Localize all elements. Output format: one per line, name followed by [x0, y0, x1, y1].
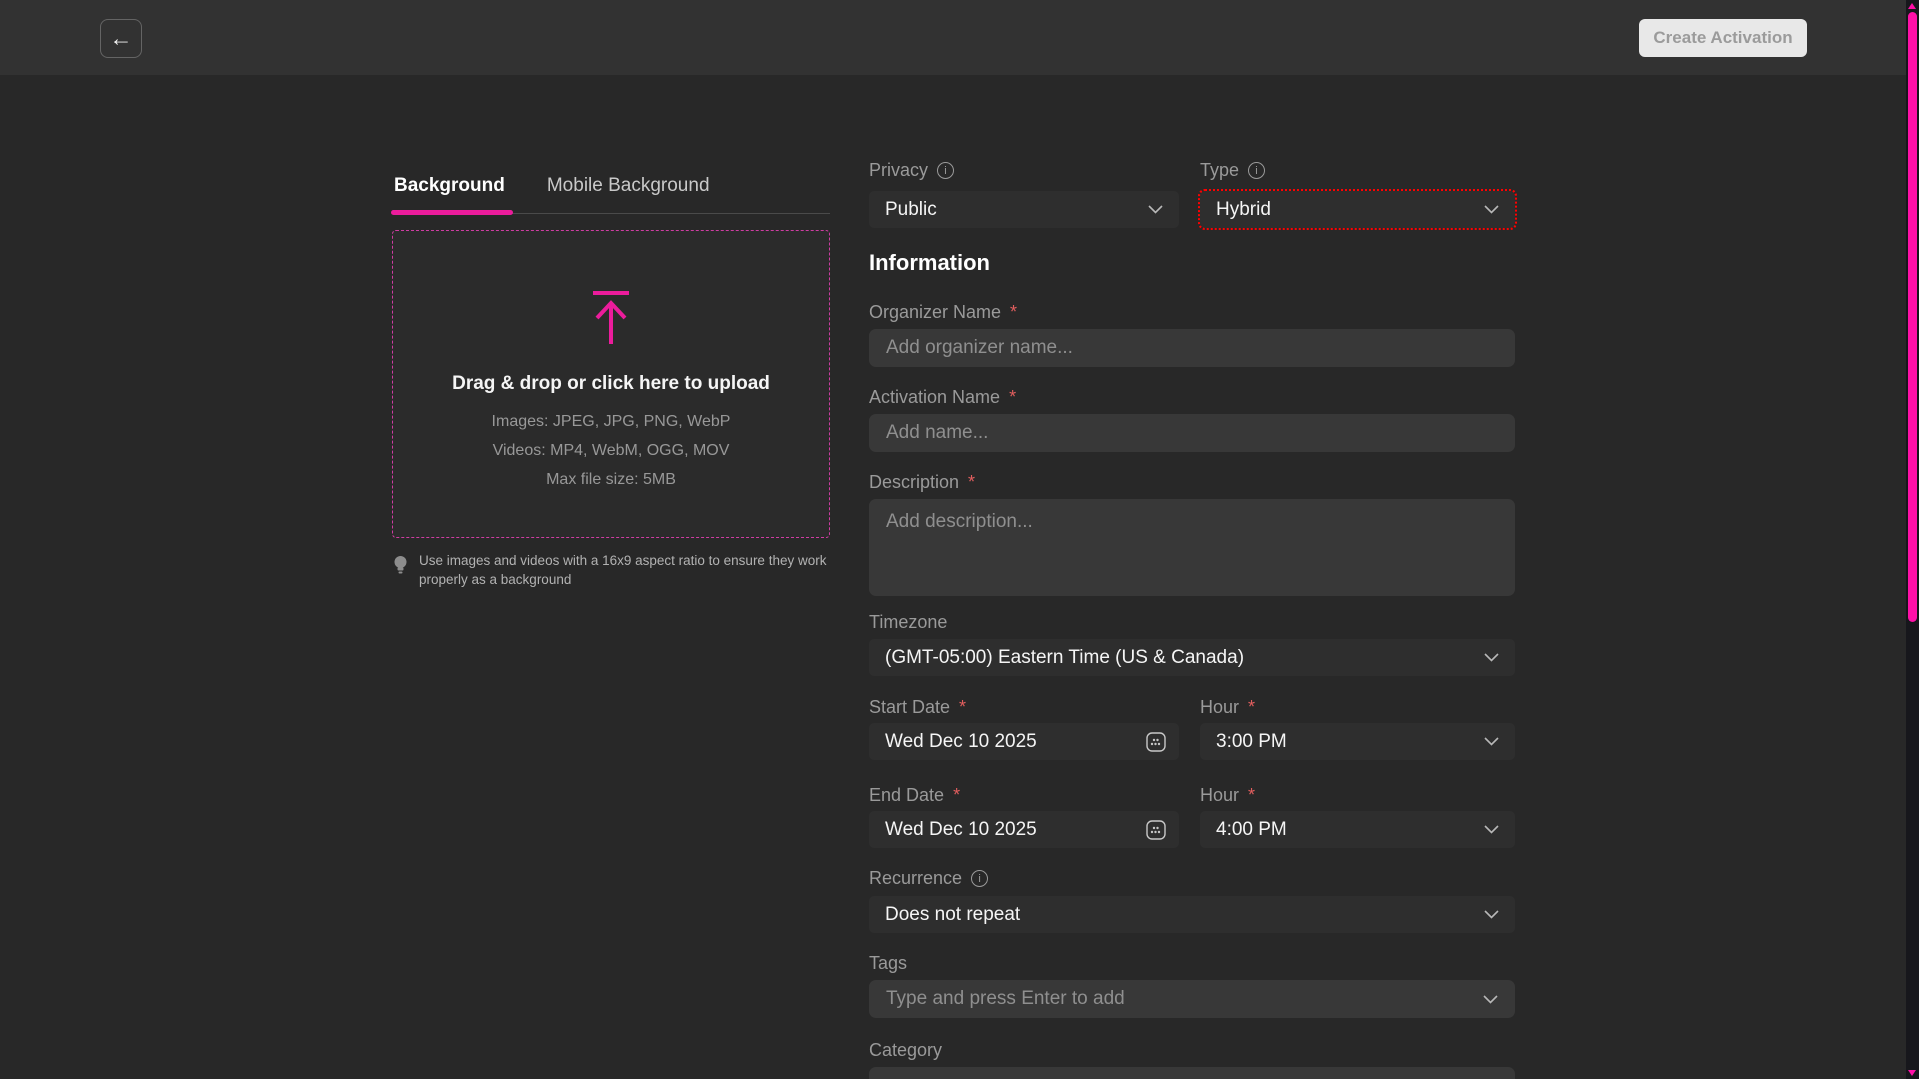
tab-mobile-background-label: Mobile Background	[547, 175, 710, 196]
end-date-value: Wed Dec 10 2025	[885, 819, 1037, 841]
hint-text: Use images and videos with a 16x9 aspect…	[419, 552, 840, 590]
start-hour-select[interactable]: 3:00 PM	[1200, 723, 1515, 760]
tags-placeholder: Type and press Enter to add	[886, 988, 1125, 1010]
calendar-icon	[1144, 730, 1168, 754]
upload-max-size: Max file size: 5MB	[546, 471, 676, 489]
end-date-picker[interactable]: Wed Dec 10 2025	[869, 811, 1179, 848]
scrollbar-down-arrow[interactable]	[1908, 1070, 1916, 1076]
upload-videos-formats: Videos: MP4, WebM, OGG, MOV	[493, 442, 730, 460]
chevron-down-icon	[1484, 737, 1499, 746]
timezone-value: (GMT-05:00) Eastern Time (US & Canada)	[885, 647, 1244, 669]
end-hour-value: 4:00 PM	[1216, 819, 1287, 841]
privacy-label: Privacy i	[869, 160, 954, 181]
tags-input[interactable]: Type and press Enter to add	[869, 980, 1515, 1018]
end-hour-select[interactable]: 4:00 PM	[1200, 811, 1515, 848]
information-section-title: Information	[869, 250, 990, 276]
required-asterisk: *	[959, 697, 966, 718]
organizer-name-label: Organizer Name *	[869, 302, 1017, 323]
activation-name-input[interactable]	[869, 414, 1515, 452]
calendar-icon	[1144, 818, 1168, 842]
start-date-value: Wed Dec 10 2025	[885, 731, 1037, 753]
chevron-down-icon	[1148, 205, 1163, 214]
upload-images-formats: Images: JPEG, JPG, PNG, WebP	[492, 413, 731, 431]
upload-title: Drag & drop or click here to upload	[452, 373, 770, 395]
start-date-label: Start Date *	[869, 697, 966, 718]
privacy-select[interactable]: Public	[869, 191, 1179, 228]
chevron-down-icon	[1483, 995, 1498, 1004]
start-date-picker[interactable]: Wed Dec 10 2025	[869, 723, 1179, 760]
required-asterisk: *	[1248, 697, 1255, 718]
back-arrow-icon: ←	[110, 27, 133, 50]
tab-background[interactable]: Background	[392, 171, 507, 213]
scrollbar-thumb[interactable]	[1908, 12, 1917, 622]
category-select[interactable]	[869, 1067, 1515, 1079]
create-activation-button[interactable]: Create Activation	[1639, 19, 1807, 57]
recurrence-label: Recurrence i	[869, 868, 988, 889]
background-tabs: Background Mobile Background	[392, 171, 830, 214]
required-asterisk: *	[1010, 302, 1017, 323]
info-icon: i	[971, 870, 988, 887]
start-hour-label: Hour *	[1200, 697, 1255, 718]
start-hour-value: 3:00 PM	[1216, 731, 1287, 753]
activation-name-label: Activation Name *	[869, 387, 1016, 408]
required-asterisk: *	[1009, 387, 1016, 408]
recurrence-select[interactable]: Does not repeat	[869, 896, 1515, 933]
description-label: Description *	[869, 472, 975, 493]
activation-form: Privacy i Public Type i Hybrid Informati…	[869, 0, 1515, 1079]
scrollbar-up-arrow[interactable]	[1908, 3, 1916, 9]
lightbulb-icon	[392, 554, 409, 578]
type-label: Type i	[1200, 160, 1265, 181]
tab-mobile-background[interactable]: Mobile Background	[545, 171, 712, 213]
end-hour-label: Hour *	[1200, 785, 1255, 806]
type-select[interactable]: Hybrid	[1200, 191, 1515, 228]
required-asterisk: *	[968, 472, 975, 493]
recurrence-value: Does not repeat	[885, 904, 1020, 926]
tags-label: Tags	[869, 953, 907, 974]
active-tab-underline	[391, 210, 513, 215]
aspect-ratio-hint: Use images and videos with a 16x9 aspect…	[392, 552, 840, 590]
timezone-select[interactable]: (GMT-05:00) Eastern Time (US & Canada)	[869, 639, 1515, 676]
tab-background-label: Background	[394, 175, 505, 196]
required-asterisk: *	[1248, 785, 1255, 806]
back-button[interactable]: ←	[100, 19, 142, 58]
chevron-down-icon	[1484, 653, 1499, 662]
type-value: Hybrid	[1216, 199, 1271, 221]
timezone-label: Timezone	[869, 612, 947, 633]
required-asterisk: *	[953, 785, 960, 806]
upload-arrow-icon	[587, 289, 635, 347]
privacy-value: Public	[885, 199, 937, 221]
organizer-name-input[interactable]	[869, 329, 1515, 367]
category-label: Category	[869, 1040, 942, 1061]
chevron-down-icon	[1484, 910, 1499, 919]
info-icon: i	[937, 162, 954, 179]
chevron-down-icon	[1484, 205, 1499, 214]
end-date-label: End Date *	[869, 785, 960, 806]
upload-dropzone[interactable]: Drag & drop or click here to upload Imag…	[392, 230, 830, 538]
page-scrollbar[interactable]	[1906, 0, 1919, 1079]
info-icon: i	[1248, 162, 1265, 179]
chevron-down-icon	[1484, 825, 1499, 834]
description-textarea[interactable]	[869, 499, 1515, 596]
